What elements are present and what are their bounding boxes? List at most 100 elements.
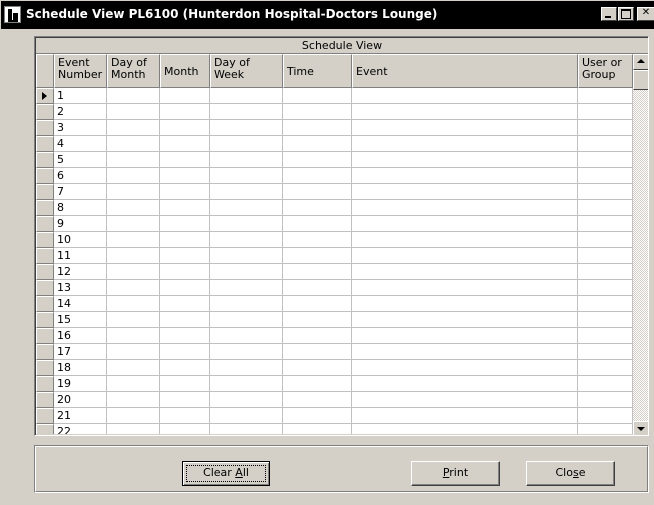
grid-cell[interactable] [160,120,210,136]
grid-cell[interactable] [160,344,210,360]
grid-cell[interactable] [160,360,210,376]
event-number-cell[interactable]: 10 [54,232,107,248]
grid-cell[interactable] [160,424,210,434]
grid-cell[interactable] [283,344,352,360]
row-selector[interactable] [36,184,54,200]
grid-cell[interactable] [283,360,352,376]
event-number-cell[interactable]: 19 [54,376,107,392]
row-selector[interactable] [36,296,54,312]
scroll-down-icon[interactable] [633,421,648,435]
grid-cell[interactable] [352,312,578,328]
grid-cell[interactable] [160,328,210,344]
event-number-cell[interactable]: 2 [54,104,107,120]
table-row[interactable]: 8 [36,200,633,216]
event-number-cell[interactable]: 16 [54,328,107,344]
grid-cell[interactable] [578,408,633,424]
grid-cell[interactable] [283,136,352,152]
grid-cell[interactable] [578,296,633,312]
grid-cell[interactable] [283,376,352,392]
grid-cell[interactable] [107,136,160,152]
close-button[interactable]: Close [526,461,615,486]
grid-cell[interactable] [107,376,160,392]
grid-cell[interactable] [352,232,578,248]
grid-cell[interactable] [107,88,160,104]
grid-cell[interactable] [283,280,352,296]
row-selector[interactable] [36,200,54,216]
grid-cell[interactable] [160,200,210,216]
event-number-cell[interactable]: 11 [54,248,107,264]
grid-cell[interactable] [578,232,633,248]
maximize-icon[interactable] [618,7,634,21]
column-header-time[interactable]: Time [283,54,352,88]
grid-cell[interactable] [160,152,210,168]
grid-cell[interactable] [160,376,210,392]
grid-cell[interactable] [107,232,160,248]
grid-cell[interactable] [107,264,160,280]
grid-cell[interactable] [578,376,633,392]
clear-all-button[interactable]: Clear All [182,461,270,486]
grid-cell[interactable] [160,264,210,280]
grid-cell[interactable] [210,424,283,434]
row-selector[interactable] [36,248,54,264]
grid-cell[interactable] [210,344,283,360]
grid-cell[interactable] [210,120,283,136]
grid-cell[interactable] [160,216,210,232]
grid-cell[interactable] [578,328,633,344]
grid-cell[interactable] [283,152,352,168]
grid-cell[interactable] [107,296,160,312]
grid-cell[interactable] [352,200,578,216]
grid-cell[interactable] [352,184,578,200]
grid-cell[interactable] [578,104,633,120]
grid-cell[interactable] [352,392,578,408]
table-row[interactable]: 6 [36,168,633,184]
row-selector[interactable] [36,168,54,184]
grid-cell[interactable] [107,280,160,296]
table-row[interactable]: 10 [36,232,633,248]
grid-cell[interactable] [160,296,210,312]
event-number-cell[interactable]: 4 [54,136,107,152]
grid-cell[interactable] [210,392,283,408]
row-selector[interactable] [36,392,54,408]
row-selector[interactable] [36,216,54,232]
grid-cell[interactable] [210,152,283,168]
column-header-month[interactable]: Month [160,54,210,88]
row-selector[interactable] [36,408,54,424]
grid-cell[interactable] [210,136,283,152]
grid-cell[interactable] [210,248,283,264]
event-number-cell[interactable]: 21 [54,408,107,424]
event-number-cell[interactable]: 22 [54,424,107,434]
grid-cell[interactable] [160,392,210,408]
table-row[interactable]: 13 [36,280,633,296]
grid-cell[interactable] [107,104,160,120]
grid-cell[interactable] [283,184,352,200]
event-number-cell[interactable]: 6 [54,168,107,184]
grid-cell[interactable] [210,216,283,232]
table-row[interactable]: 12 [36,264,633,280]
table-row[interactable]: 20 [36,392,633,408]
event-number-cell[interactable]: 12 [54,264,107,280]
grid-cell[interactable] [210,232,283,248]
grid-cell[interactable] [210,328,283,344]
event-number-cell[interactable]: 7 [54,184,107,200]
row-selector[interactable] [36,376,54,392]
grid-cell[interactable] [352,168,578,184]
grid-cell[interactable] [107,168,160,184]
grid-cell[interactable] [283,312,352,328]
grid-cell[interactable] [578,312,633,328]
scroll-up-icon[interactable] [633,54,648,70]
grid-cell[interactable] [107,200,160,216]
row-selector[interactable] [36,104,54,120]
table-row[interactable]: 2 [36,104,633,120]
row-selector[interactable] [36,360,54,376]
grid-cell[interactable] [210,280,283,296]
grid-cell[interactable] [352,408,578,424]
grid-cell[interactable] [352,296,578,312]
row-selector[interactable] [36,136,54,152]
grid-cell[interactable] [352,104,578,120]
grid-cell[interactable] [283,408,352,424]
event-number-cell[interactable]: 13 [54,280,107,296]
grid-cell[interactable] [160,168,210,184]
vertical-scrollbar[interactable] [633,54,648,435]
grid-cell[interactable] [210,168,283,184]
event-number-cell[interactable]: 8 [54,200,107,216]
